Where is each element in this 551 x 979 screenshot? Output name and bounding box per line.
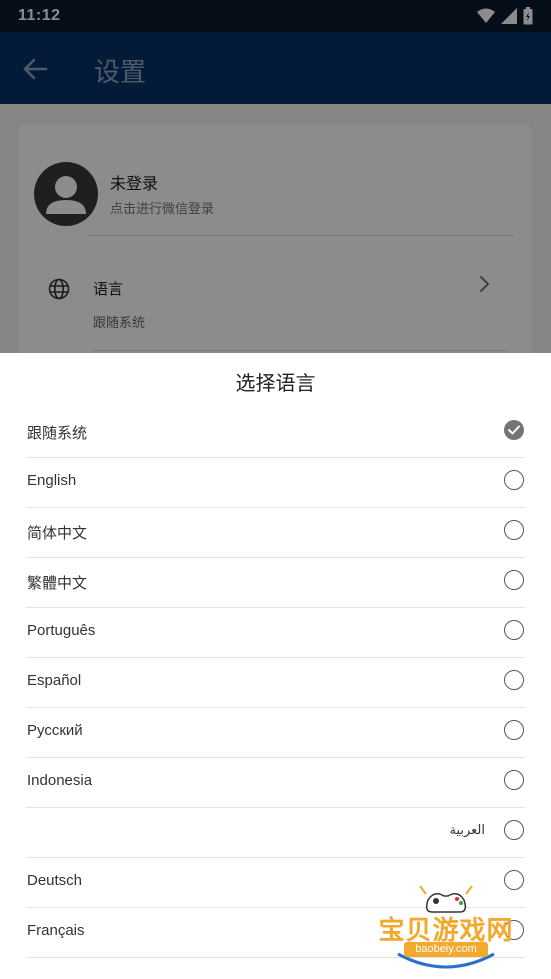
language-option-label: 简体中文 <box>27 525 88 542</box>
language-option-label: 繁體中文 <box>27 575 88 592</box>
language-option[interactable]: Indonesia <box>26 758 525 808</box>
radio-checked-icon[interactable] <box>504 420 524 440</box>
radio-unchecked-icon[interactable] <box>504 620 524 640</box>
language-option[interactable]: Português <box>26 608 525 658</box>
radio-unchecked-icon[interactable] <box>504 470 524 490</box>
watermark-logo: 宝贝游戏网 baobeiy.com <box>376 884 516 972</box>
language-option[interactable]: العربية <box>26 808 525 858</box>
radio-unchecked-icon[interactable] <box>504 820 524 840</box>
radio-unchecked-icon[interactable] <box>504 570 524 590</box>
radio-unchecked-icon[interactable] <box>504 770 524 790</box>
language-option-label: Français <box>27 922 85 939</box>
language-option-label: Русский <box>27 722 83 739</box>
watermark-url: baobeiy.com <box>404 942 488 957</box>
language-option-label: العربية <box>449 822 485 837</box>
language-option-label: Português <box>27 622 96 639</box>
language-option[interactable]: 跟随系统 <box>26 408 525 458</box>
language-option-label: Indonesia <box>27 772 93 789</box>
language-option[interactable]: Español <box>26 658 525 708</box>
language-option[interactable]: 繁體中文 <box>26 558 525 608</box>
radio-unchecked-icon[interactable] <box>504 670 524 690</box>
language-option[interactable]: Русский <box>26 708 525 758</box>
language-list: 跟随系统 English 简体中文繁體中文 Português Español Русск… <box>0 408 551 958</box>
sheet-title: 选择语言 <box>235 373 316 395</box>
language-option[interactable]: 简体中文 <box>26 508 525 558</box>
modal-scrim[interactable] <box>0 0 551 353</box>
language-option-label: 跟随系统 <box>27 425 88 442</box>
radio-unchecked-icon[interactable] <box>504 720 524 740</box>
language-option[interactable]: English <box>26 458 525 508</box>
language-option-label: English <box>27 472 77 489</box>
radio-unchecked-icon[interactable] <box>504 520 524 540</box>
language-option-label: Deutsch <box>27 872 83 889</box>
language-option-label: Español <box>27 672 82 689</box>
